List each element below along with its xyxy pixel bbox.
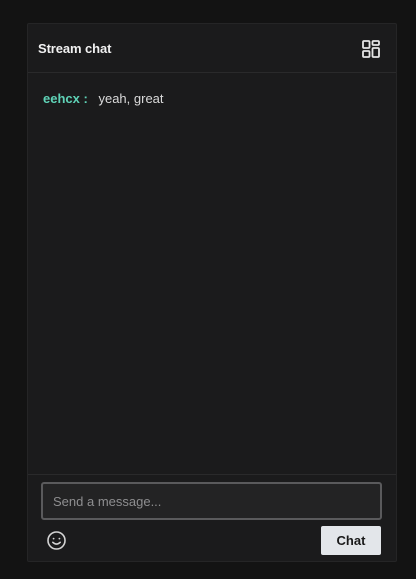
chat-header: Stream chat <box>28 24 396 73</box>
message-username[interactable]: eehcx <box>43 91 80 106</box>
chat-title: Stream chat <box>38 41 112 56</box>
stream-chat-panel: Stream chat eehcx : yeah, great Chat <box>27 23 397 562</box>
layout-grid-icon[interactable] <box>361 39 381 59</box>
message-input[interactable] <box>41 482 382 520</box>
smiley-icon[interactable] <box>46 530 67 551</box>
send-chat-button[interactable]: Chat <box>321 526 381 555</box>
chat-message: eehcx : yeah, great <box>43 91 164 107</box>
chat-message-list: eehcx : yeah, great <box>28 74 396 474</box>
chat-composer: Chat <box>28 474 396 562</box>
message-separator: : <box>83 91 88 106</box>
message-text: yeah, great <box>98 91 164 106</box>
